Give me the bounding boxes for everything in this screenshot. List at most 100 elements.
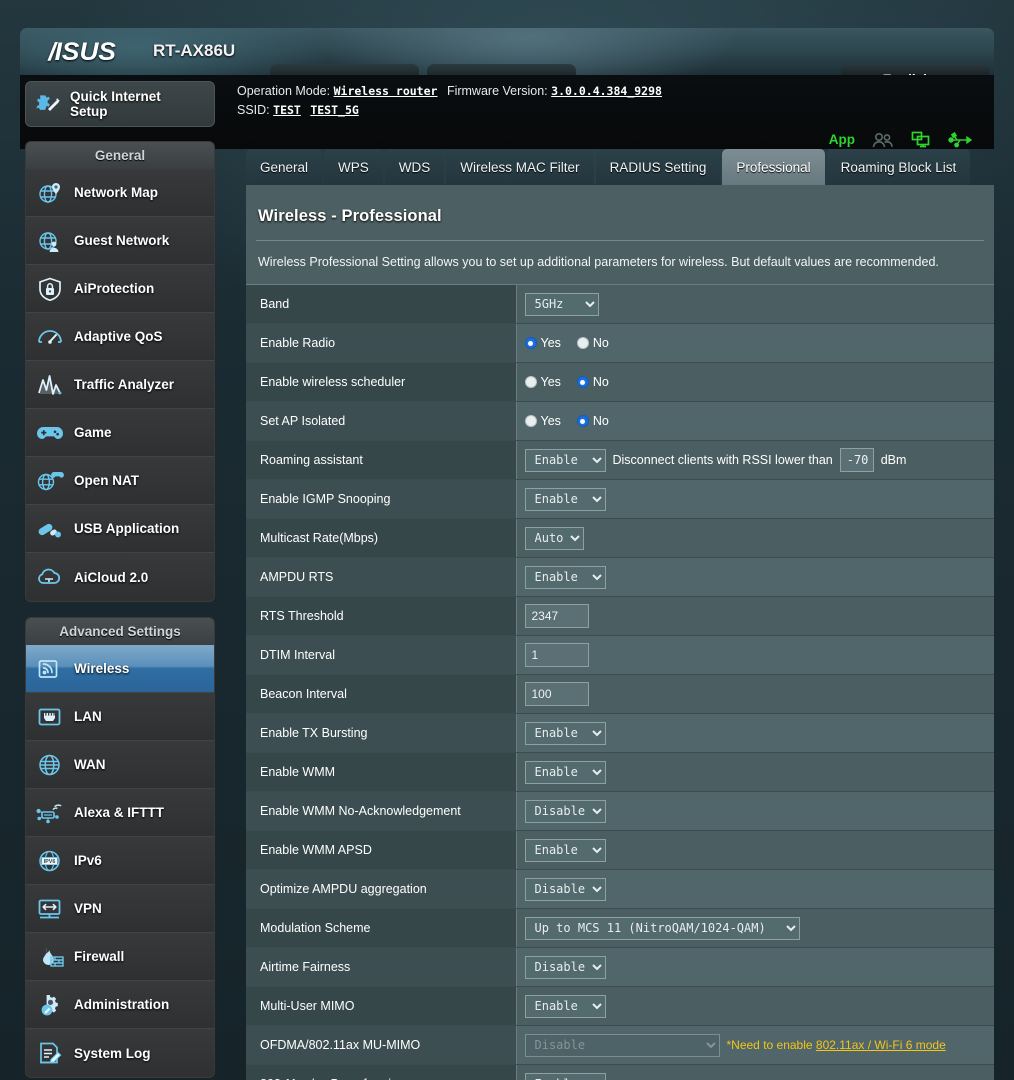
status-line-mode: Operation Mode: Wireless router Firmware… (237, 84, 662, 98)
sidebar-group-advanced-settings: Advanced Settings Wireless LAN WAN Alexa & I… (25, 617, 215, 1078)
ssid-2g-value[interactable]: TEST (273, 103, 301, 117)
radio-no[interactable] (576, 337, 589, 349)
status-line-ssid: SSID: TEST TEST_5G (237, 103, 359, 117)
page-description: Wireless Professional Setting allows you… (258, 255, 939, 269)
sidebar-item-open-nat[interactable]: Open NAT (26, 457, 214, 505)
radio-no[interactable] (576, 415, 589, 427)
sidebar-item-administration[interactable]: Administration (26, 981, 214, 1029)
quick-internet-setup-label: Quick Internet Setup (70, 89, 161, 119)
sidebar-group-title: General (26, 142, 214, 169)
radio-yes[interactable] (524, 337, 537, 349)
settings-row: Enable Radio Yes No (246, 323, 994, 363)
sidebar-item-game[interactable]: Game (26, 409, 214, 457)
ofdma-note-link[interactable]: 802.11ax / Wi-Fi 6 mode (816, 1038, 946, 1052)
setting-value-cell: EnableDisable (516, 869, 994, 909)
usb-icon[interactable] (948, 131, 972, 148)
select-airtime-fairness[interactable]: EnableDisable (524, 955, 606, 979)
setting-label: Enable WMM APSD (246, 830, 517, 870)
input-beacon-interval[interactable] (524, 682, 589, 706)
sidebar-item-vpn[interactable]: VPN (26, 885, 214, 933)
usb-icon (26, 517, 74, 541)
sidebar-item-network-map[interactable]: Network Map (26, 169, 214, 217)
setting-inline-group: EnableDisable Disconnect clients with RSS… (524, 448, 995, 472)
users-icon[interactable] (872, 132, 894, 148)
sidebar-item-label: AiProtection (74, 281, 155, 296)
select-enable-wmm-apsd[interactable]: EnableDisable (524, 838, 606, 862)
sidebar-item-label: USB Application (74, 521, 180, 536)
setting-value-cell: Up to MCS 7 (802.11n)Up to MCS 9 (802.11… (516, 908, 994, 948)
select-ampdu-rts[interactable]: EnableDisable (524, 565, 606, 589)
settings-row: RTS Threshold (246, 596, 994, 636)
select-ofdma-802-11ax-mu-mimo[interactable]: DisableEnable (524, 1033, 720, 1057)
radio-no-label: No (592, 414, 609, 428)
sidebar-item-wan[interactable]: WAN (26, 741, 214, 789)
sidebar-item-label: WAN (74, 757, 106, 772)
setting-value-cell: EnableDisable (516, 752, 994, 792)
sidebar-item-adaptive-qos[interactable]: Adaptive QoS (26, 313, 214, 361)
tab-roaming-block-list[interactable]: Roaming Block List (826, 149, 971, 185)
setting-value-cell: EnableDisable (516, 986, 994, 1026)
select-enable-igmp-snooping[interactable]: EnableDisable (524, 487, 606, 511)
system-log-icon (26, 1041, 74, 1065)
setting-label: Band (246, 284, 517, 324)
radio-no-label: No (592, 336, 609, 350)
quick-internet-setup-button[interactable]: Quick Internet Setup (25, 81, 215, 127)
select-modulation-scheme[interactable]: Up to MCS 7 (802.11n)Up to MCS 9 (802.11… (524, 916, 800, 940)
settings-row: Modulation Scheme Up to MCS 7 (802.11n)Up… (246, 908, 994, 948)
sidebar-item-wireless[interactable]: Wireless (26, 645, 214, 693)
operation-mode-value[interactable]: Wireless router (334, 84, 438, 98)
select-optimize-ampdu-aggregation[interactable]: EnableDisable (524, 877, 606, 901)
sidebar-item-firewall[interactable]: Firewall (26, 933, 214, 981)
guest-network-icon (26, 229, 74, 253)
firmware-value[interactable]: 3.0.0.4.384_9298 (551, 84, 662, 98)
select-enable-tx-bursting[interactable]: EnableDisable (524, 721, 606, 745)
input-rts-threshold[interactable] (524, 604, 589, 628)
radio-yes[interactable] (524, 376, 537, 388)
settings-row: Multi-User MIMO EnableDisable (246, 986, 994, 1026)
tab-wds[interactable]: WDS (384, 149, 445, 185)
sidebar-item-alexa-ifttt[interactable]: Alexa & IFTTT (26, 789, 214, 837)
sidebar-group-general: General Network Map Guest Network AiProtect… (25, 141, 215, 602)
radio-no[interactable] (576, 376, 589, 388)
ssid-5g-value[interactable]: TEST_5G (310, 103, 358, 117)
setting-value-cell: Yes No (516, 323, 994, 363)
select-multicast-rate-mbps-[interactable]: Auto69121824364854 (524, 526, 584, 550)
firewall-flame-icon (26, 945, 74, 969)
sidebar-item-system-log[interactable]: System Log (26, 1029, 214, 1077)
tab-wps[interactable]: WPS (324, 149, 383, 185)
tab-professional[interactable]: Professional (722, 149, 825, 185)
select-band[interactable]: 2.4GHz5GHz (524, 292, 599, 316)
main-panel: Wireless - Professional Wireless Profess… (246, 185, 994, 1080)
setting-label: Set AP Isolated (246, 401, 517, 441)
sidebar-item-label: Guest Network (74, 233, 170, 248)
sidebar-item-guest-network[interactable]: Guest Network (26, 217, 214, 265)
tab-bar: General WPS WDS Wireless MAC Filter RADIUS S… (246, 149, 972, 185)
select-multi-user-mimo[interactable]: EnableDisable (524, 994, 606, 1018)
select-enable-wmm[interactable]: EnableDisable (524, 760, 606, 784)
settings-row: Enable WMM APSD EnableDisable (246, 830, 994, 870)
rssi-threshold-input[interactable] (839, 448, 874, 472)
select-enable-wmm-no-acknowledgement[interactable]: EnableDisable (524, 799, 606, 823)
sidebar-item-aicloud-2-0[interactable]: AiCloud 2.0 (26, 553, 214, 601)
sidebar-item-traffic-analyzer[interactable]: Traffic Analyzer (26, 361, 214, 409)
tab-wireless-mac-filter[interactable]: Wireless MAC Filter (446, 149, 594, 185)
network-clients-icon[interactable] (911, 131, 931, 148)
sidebar-item-label: Adaptive QoS (74, 329, 163, 344)
sidebar-item-usb-application[interactable]: USB Application (26, 505, 214, 553)
network-map-icon (26, 181, 74, 205)
tab-radius-setting[interactable]: RADIUS Setting (595, 149, 721, 185)
select-802-11ax-ac-beamforming[interactable]: EnableDisable (524, 1072, 606, 1080)
settings-row: Enable TX Bursting EnableDisable (246, 713, 994, 753)
sidebar-item-aiprotection[interactable]: AiProtection (26, 265, 214, 313)
radio-yes[interactable] (524, 415, 537, 427)
select-roaming-assistant[interactable]: EnableDisable (524, 448, 606, 472)
app-link[interactable]: App (829, 132, 855, 147)
input-dtim-interval[interactable] (524, 643, 589, 667)
radio-no-label: No (592, 375, 609, 389)
sidebar-item-label: Firewall (74, 949, 125, 964)
top-bar: /ISUS RT-AX86U Logout Reboot English (20, 28, 994, 97)
sidebar-item-lan[interactable]: LAN (26, 693, 214, 741)
tab-general[interactable]: General (246, 149, 323, 185)
setting-label: Enable wireless scheduler (246, 362, 517, 402)
sidebar-item-ipv6[interactable]: IPV6 IPv6 (26, 837, 214, 885)
